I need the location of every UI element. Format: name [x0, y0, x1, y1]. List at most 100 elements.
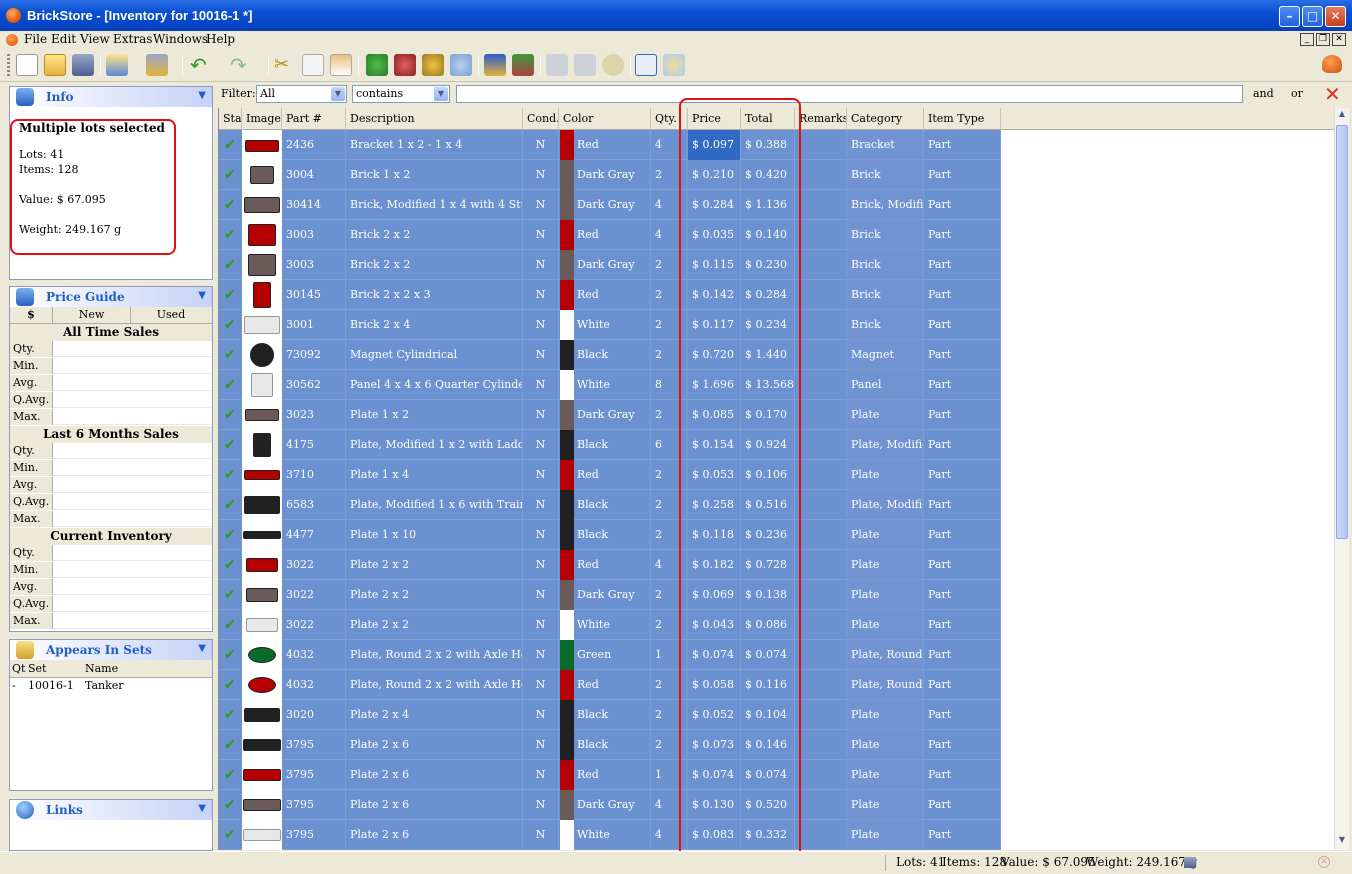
vertical-scrollbar[interactable]: ▲ ▼	[1334, 108, 1349, 850]
table-row[interactable]: ✔ 3022 Plate 2 x 2 N Dark Gray 2 $ 0.069 $ 0.13…	[219, 580, 1001, 610]
save-icon[interactable]	[72, 54, 94, 76]
cell-item-type[interactable]: Part	[924, 220, 1001, 250]
cell-category[interactable]: Plate	[847, 790, 924, 820]
cell-part-number[interactable]: 3022	[282, 580, 346, 610]
cell-condition[interactable]: N	[523, 130, 559, 160]
cell-description[interactable]: Plate 2 x 2	[346, 580, 523, 610]
cell-category[interactable]: Plate	[847, 580, 924, 610]
cell-part-number[interactable]: 4477	[282, 520, 346, 550]
column-header-category[interactable]: Category	[847, 108, 924, 130]
cell-category[interactable]: Magnet	[847, 340, 924, 370]
cell-condition[interactable]: N	[523, 670, 559, 700]
cell-part-number[interactable]: 3022	[282, 610, 346, 640]
sets-col-qty[interactable]: Qt	[12, 660, 25, 677]
table-row[interactable]: ✔ 3795 Plate 2 x 6 N White 4 $ 0.083 $ 0.332 Pla…	[219, 820, 1001, 850]
cell-part-number[interactable]: 4175	[282, 430, 346, 460]
cell-description[interactable]: Brick 2 x 2	[346, 250, 523, 280]
copy-icon[interactable]	[302, 54, 324, 76]
cell-part-number[interactable]: 3795	[282, 730, 346, 760]
cell-category[interactable]: Plate, Round	[847, 670, 924, 700]
cell-remarks[interactable]	[795, 820, 847, 850]
cell-category[interactable]: Brick	[847, 280, 924, 310]
cell-item-type[interactable]: Part	[924, 430, 1001, 460]
table-row[interactable]: ✔ 6583 Plate, Modified 1 x 6 with Train ..…	[219, 490, 1001, 520]
merge-items-icon[interactable]	[450, 54, 472, 76]
table-row[interactable]: ✔ 2436 Bracket 1 x 2 - 1 x 4 N Red 4 $ 0.097 $ …	[219, 130, 1001, 160]
mdi-close-button[interactable]: ✕	[1332, 33, 1346, 46]
chevron-down-icon[interactable]: ▼	[198, 643, 206, 654]
column-header-part-number[interactable]: Part #	[282, 108, 346, 130]
cell-item-type[interactable]: Part	[924, 160, 1001, 190]
cell-part-number[interactable]: 6583	[282, 490, 346, 520]
cell-remarks[interactable]	[795, 550, 847, 580]
clear-filter-icon[interactable]: ✕	[1324, 82, 1341, 106]
cell-condition[interactable]: N	[523, 490, 559, 520]
cell-remarks[interactable]	[795, 280, 847, 310]
table-row[interactable]: ✔ 3710 Plate 1 x 4 N Red 2 $ 0.053 $ 0.106 Plate…	[219, 460, 1001, 490]
subtract-items-icon[interactable]	[422, 54, 444, 76]
cell-condition[interactable]: N	[523, 370, 559, 400]
redo-icon[interactable]: ↷	[230, 54, 252, 76]
table-row[interactable]: ✔ 30562 Panel 4 x 4 x 6 Quarter Cylinder N W…	[219, 370, 1001, 400]
cell-remarks[interactable]	[795, 400, 847, 430]
filter-operator-select[interactable]: contains ▼	[352, 85, 450, 103]
cell-remarks[interactable]	[795, 610, 847, 640]
minimize-button[interactable]: –	[1279, 6, 1300, 27]
cell-item-type[interactable]: Part	[924, 550, 1001, 580]
table-row[interactable]: ✔ 3004 Brick 1 x 2 N Dark Gray 2 $ 0.210 $ 0.42…	[219, 160, 1001, 190]
cell-category[interactable]: Plate, Modified	[847, 490, 924, 520]
cell-category[interactable]: Plate	[847, 700, 924, 730]
close-button[interactable]: ✕	[1325, 6, 1346, 27]
menu-help[interactable]: Help	[206, 32, 235, 46]
import-icon[interactable]	[106, 54, 128, 76]
table-row[interactable]: ✔ 3003 Brick 2 x 2 N Red 4 $ 0.035 $ 0.140 Brick…	[219, 220, 1001, 250]
cell-category[interactable]: Plate, Round	[847, 640, 924, 670]
chevron-down-icon[interactable]: ▼	[434, 87, 448, 101]
chevron-down-icon[interactable]: ▼	[198, 290, 206, 301]
cell-part-number[interactable]: 3003	[282, 220, 346, 250]
filter-and-button[interactable]: and	[1253, 87, 1274, 100]
cell-part-number[interactable]: 3003	[282, 250, 346, 280]
table-row[interactable]: ✔ 3795 Plate 2 x 6 N Dark Gray 4 $ 0.130 $ 0.52…	[219, 790, 1001, 820]
table-row[interactable]: ✔ 3020 Plate 2 x 4 N Black 2 $ 0.052 $ 0.104 Pla…	[219, 700, 1001, 730]
cell-category[interactable]: Brick	[847, 310, 924, 340]
add-item-icon[interactable]	[366, 54, 388, 76]
edit-quantity-icon[interactable]	[512, 54, 534, 76]
cell-category[interactable]: Plate	[847, 550, 924, 580]
mdi-minimize-button[interactable]: _	[1300, 33, 1314, 46]
cell-condition[interactable]: N	[523, 340, 559, 370]
chevron-down-icon[interactable]: ▼	[198, 803, 206, 814]
cell-item-type[interactable]: Part	[924, 190, 1001, 220]
table-row[interactable]: ✔ 3795 Plate 2 x 6 N Black 2 $ 0.073 $ 0.146 Pla…	[219, 730, 1001, 760]
cell-condition[interactable]: N	[523, 250, 559, 280]
cell-condition[interactable]: N	[523, 280, 559, 310]
cut-icon[interactable]: ✂	[274, 54, 296, 76]
cell-part-number[interactable]: 2436	[282, 130, 346, 160]
cell-remarks[interactable]	[795, 190, 847, 220]
cell-condition[interactable]: N	[523, 550, 559, 580]
cell-category[interactable]: Plate, Modified	[847, 430, 924, 460]
cell-category[interactable]: Plate	[847, 760, 924, 790]
cell-item-type[interactable]: Part	[924, 610, 1001, 640]
table-row[interactable]: ✔ 3022 Plate 2 x 2 N Red 4 $ 0.182 $ 0.728 Plate…	[219, 550, 1001, 580]
chevron-down-icon[interactable]: ▼	[331, 87, 345, 101]
cell-item-type[interactable]: Part	[924, 820, 1001, 850]
table-row[interactable]: ✔ 3001 Brick 2 x 4 N White 2 $ 0.117 $ 0.234 Bri…	[219, 310, 1001, 340]
cell-item-type[interactable]: Part	[924, 490, 1001, 520]
price-guide-header[interactable]: Price Guide ▼	[10, 287, 212, 307]
menu-windows[interactable]: Windows	[153, 32, 208, 46]
cell-part-number[interactable]: 3004	[282, 160, 346, 190]
table-row[interactable]: ✔ 4477 Plate 1 x 10 N Black 2 $ 0.118 $ 0.236 Pl…	[219, 520, 1001, 550]
cell-part-number[interactable]: 73092	[282, 340, 346, 370]
toolbar-grip[interactable]	[7, 54, 10, 76]
cell-part-number[interactable]: 4032	[282, 670, 346, 700]
cell-description[interactable]: Plate, Modified 1 x 2 with Ladder	[346, 430, 523, 460]
open-folder-icon[interactable]	[44, 54, 66, 76]
cell-remarks[interactable]	[795, 310, 847, 340]
cell-category[interactable]: Brick	[847, 250, 924, 280]
cell-description[interactable]: Brick, Modified 1 x 4 with 4 Stud...	[346, 190, 523, 220]
cell-item-type[interactable]: Part	[924, 700, 1001, 730]
cell-description[interactable]: Brick 2 x 2 x 3	[346, 280, 523, 310]
table-row[interactable]: ✔ 4032 Plate, Round 2 x 2 with Axle Hole N R…	[219, 670, 1001, 700]
table-row[interactable]: ✔ 4175 Plate, Modified 1 x 2 with Ladder N B…	[219, 430, 1001, 460]
